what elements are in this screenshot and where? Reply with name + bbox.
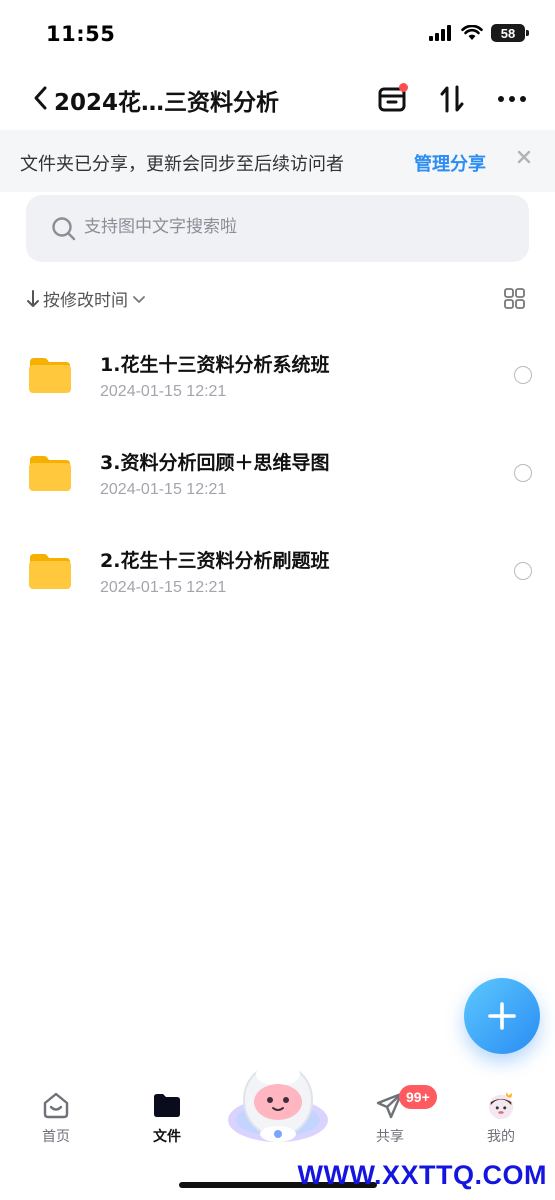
search-input[interactable]	[84, 217, 504, 237]
plus-icon	[488, 1002, 516, 1030]
home-icon	[41, 1090, 71, 1120]
select-checkbox[interactable]	[514, 366, 532, 384]
tab-profile[interactable]: 我的	[461, 1090, 541, 1150]
wifi-icon	[461, 25, 483, 40]
file-date: 2024-01-15 12:21	[100, 383, 227, 400]
status-bar: 11:55 58	[0, 0, 555, 70]
folder-icon	[29, 456, 71, 491]
status-icons: 58	[429, 24, 529, 42]
grid-view-icon[interactable]	[504, 288, 525, 309]
folder-icon	[29, 358, 71, 393]
file-date: 2024-01-15 12:21	[100, 579, 227, 596]
file-row[interactable]: 2.花生十三资料分析刷题班 2024-01-15 12:21	[0, 522, 555, 620]
sort-transfer-button[interactable]	[433, 82, 471, 116]
file-name: 3.资料分析回顾＋思维导图	[100, 452, 330, 474]
battery-level: 58	[500, 25, 516, 41]
tab-home[interactable]: 首页	[16, 1090, 96, 1150]
tab-files[interactable]: 文件	[127, 1090, 207, 1150]
navigation-header: 2024花…三资料分析	[0, 70, 555, 128]
back-chevron-icon[interactable]	[30, 84, 52, 112]
battery-icon: 58	[491, 24, 529, 42]
share-count-badge: 99+	[399, 1085, 437, 1109]
search-icon	[52, 217, 76, 241]
sort-row: 按修改时间	[26, 286, 529, 314]
file-name: 1.花生十三资料分析系统班	[100, 354, 330, 376]
tab-label: 首页	[42, 1129, 70, 1145]
share-notice-banner: 文件夹已分享，更新会同步至后续访问者 管理分享	[0, 130, 555, 192]
transfer-list-button[interactable]	[373, 82, 411, 116]
tab-label: 文件	[153, 1129, 181, 1145]
add-button[interactable]	[464, 978, 540, 1054]
cellular-signal-icon	[429, 25, 451, 41]
mascot-assistant-icon[interactable]	[226, 1058, 330, 1146]
folder-filled-icon	[152, 1090, 182, 1120]
folder-icon	[29, 554, 71, 589]
notification-dot	[399, 83, 408, 92]
file-name: 2.花生十三资料分析刷题班	[100, 550, 330, 572]
search-bar[interactable]	[26, 195, 529, 262]
avatar	[486, 1090, 516, 1120]
share-notice-text: 文件夹已分享，更新会同步至后续访问者	[20, 154, 344, 175]
header-actions	[373, 82, 531, 116]
status-time: 11:55	[46, 22, 116, 46]
up-down-arrows-icon	[440, 85, 464, 113]
close-icon[interactable]	[517, 150, 531, 164]
page-title: 2024花…三资料分析	[54, 90, 280, 116]
watermark: WWW.XXTTQ.COM	[297, 1160, 547, 1190]
more-dots-icon	[498, 96, 526, 102]
chevron-down-icon	[133, 295, 145, 303]
bottom-tab-bar: 首页 文件 共享 99+ 我的 WWW.XXTTQ.COM	[0, 1062, 555, 1200]
sort-by-modified-button[interactable]: 按修改时间	[26, 286, 147, 311]
tab-label: 我的	[487, 1129, 515, 1145]
file-list: 1.花生十三资料分析系统班 2024-01-15 12:21 3.资料分析回顾＋…	[0, 326, 555, 620]
more-options-button[interactable]	[493, 82, 531, 116]
file-row[interactable]: 1.花生十三资料分析系统班 2024-01-15 12:21	[0, 326, 555, 424]
down-arrow-icon	[27, 289, 39, 307]
select-checkbox[interactable]	[514, 464, 532, 482]
manage-share-link[interactable]: 管理分享	[414, 150, 486, 176]
file-row[interactable]: 3.资料分析回顾＋思维导图 2024-01-15 12:21	[0, 424, 555, 522]
file-date: 2024-01-15 12:21	[100, 481, 227, 498]
sort-label: 按修改时间	[43, 291, 128, 311]
tab-label: 共享	[376, 1129, 404, 1145]
select-checkbox[interactable]	[514, 562, 532, 580]
